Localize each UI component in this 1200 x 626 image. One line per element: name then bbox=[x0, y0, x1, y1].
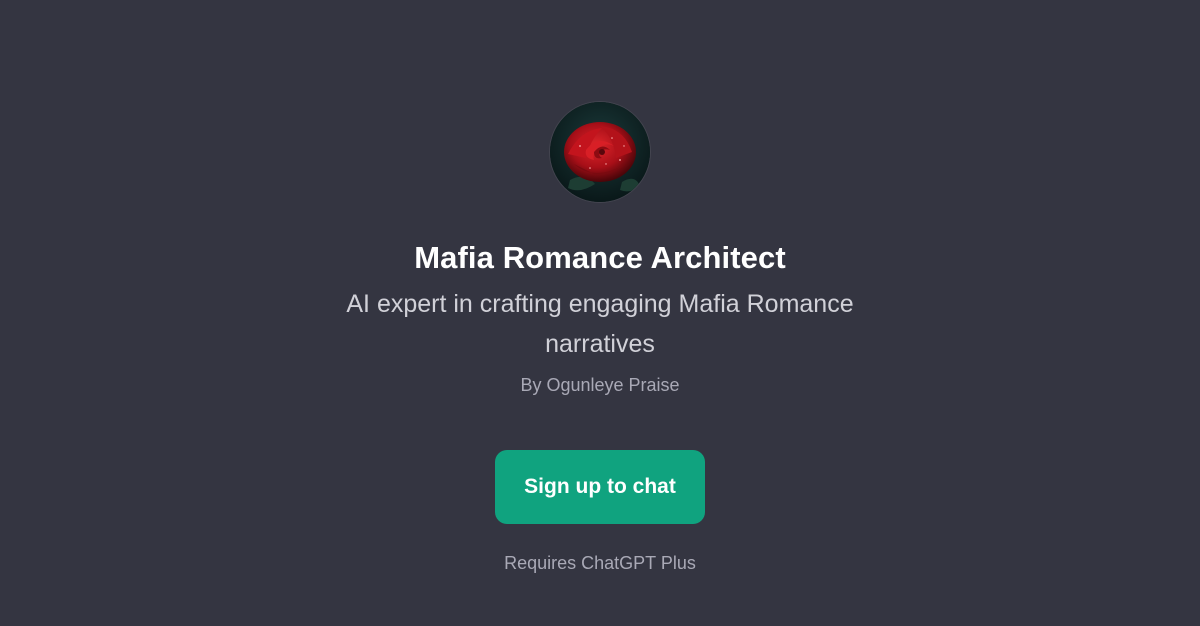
gpt-landing: Mafia Romance Architect AI expert in cra… bbox=[0, 0, 1200, 626]
gpt-title: Mafia Romance Architect bbox=[414, 240, 786, 275]
sign-up-button[interactable]: Sign up to chat bbox=[495, 450, 705, 524]
requirement-note: Requires ChatGPT Plus bbox=[504, 553, 696, 573]
gpt-avatar bbox=[550, 102, 650, 202]
gpt-author: By Ogunleye Praise bbox=[520, 375, 680, 395]
gpt-description: AI expert in crafting engaging Mafia Rom… bbox=[346, 290, 854, 358]
red-rose-icon bbox=[550, 102, 650, 202]
